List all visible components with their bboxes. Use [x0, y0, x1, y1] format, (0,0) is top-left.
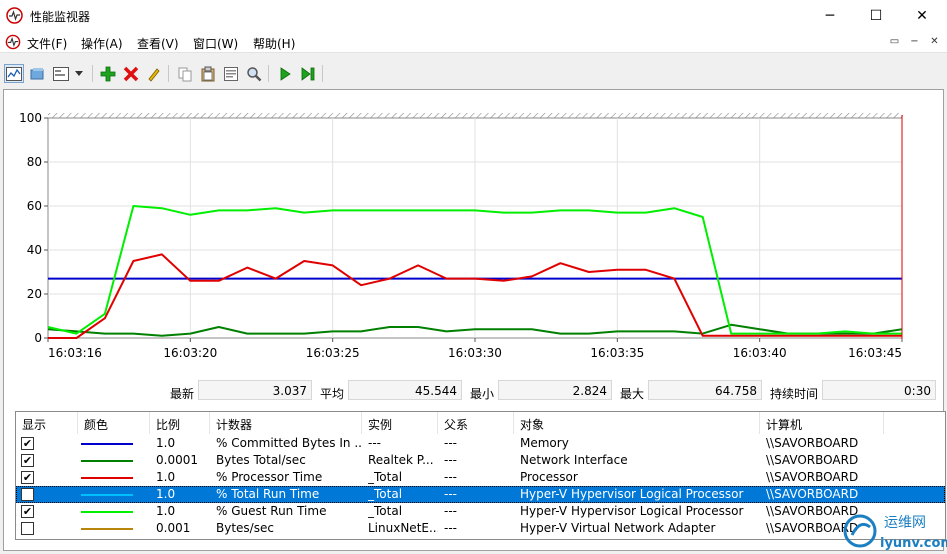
last-label: 最新 [170, 387, 195, 401]
x-tick-label: 16:03:25 [306, 346, 360, 360]
legend-header-parent[interactable]: 父系 [438, 412, 514, 434]
chart-top-hatch [48, 113, 903, 118]
legend-row[interactable]: ✔ 1.0 % Guest Run Time _Total --- Hyper-V Hyp… [16, 503, 945, 520]
legend-cell-counter: % Processor Time [216, 470, 323, 484]
legend-header-show[interactable]: 显示 [16, 412, 78, 434]
minimum-value: 2.824 [498, 380, 612, 400]
legend-cell-computer: \\SAVORBOARD [766, 453, 859, 467]
legend-cell-parent: --- [444, 436, 457, 450]
legend-cell-object: Processor [520, 470, 578, 484]
show-checkbox[interactable]: ✔ [21, 437, 34, 450]
legend-cell-computer: \\SAVORBOARD [766, 436, 859, 450]
legend-cell-object: Hyper-V Hypervisor Logical Processor [520, 504, 744, 518]
color-swatch [81, 528, 133, 530]
y-tick-label: 60 [27, 199, 42, 213]
minimum-label: 最小 [470, 387, 495, 401]
y-tick-label: 100 [19, 111, 42, 125]
duration-label: 持续时间 [770, 387, 819, 401]
legend-cell-instance: Realtek P... [368, 453, 434, 467]
legend-row[interactable]: ✔ 1.0 % Committed Bytes In ... --- --- Memory… [16, 435, 945, 452]
y-tick-label: 40 [27, 243, 42, 257]
last-value: 3.037 [198, 380, 312, 400]
y-tick-label: 0 [34, 331, 42, 345]
color-swatch [81, 477, 133, 479]
show-checkbox[interactable] [21, 522, 34, 535]
legend-header-color[interactable]: 颜色 [78, 412, 150, 434]
x-tick-label: 16:03:16 [48, 346, 102, 360]
counter-legend[interactable]: 显示 颜色 比例 计数器 实例 父系 对象 计算机 ✔ 1.0 % Committe… [15, 411, 946, 540]
legend-cell-parent: --- [444, 521, 457, 535]
legend-cell-parent: --- [444, 453, 457, 467]
legend-cell-scale: 1.0 [156, 504, 176, 518]
show-checkbox[interactable] [21, 488, 34, 501]
legend-cell-parent: --- [444, 504, 457, 518]
legend-cell-object: Hyper-V Virtual Network Adapter [520, 521, 716, 535]
legend-header-counter[interactable]: 计数器 [210, 412, 362, 434]
average-value: 45.544 [348, 380, 462, 400]
legend-row[interactable]: 0.001 Bytes/sec LinuxNetE... --- Hyper-V Vir… [16, 520, 945, 537]
legend-cell-counter: Bytes/sec [216, 521, 274, 535]
legend-cell-object: Memory [520, 436, 569, 450]
x-tick-label: 16:03:45 [848, 346, 902, 360]
legend-cell-object: Network Interface [520, 453, 628, 467]
legend-cell-counter: % Guest Run Time [216, 504, 327, 518]
watermark-url: iyunv.com [880, 536, 947, 551]
legend-cell-instance: _Total [368, 470, 403, 484]
legend-cell-counter: % Total Run Time [216, 487, 320, 501]
average-label: 平均 [320, 387, 345, 401]
legend-header-object[interactable]: 对象 [514, 412, 760, 434]
legend-cell-scale: 1.0 [156, 470, 176, 484]
legend-cell-instance: LinuxNetE... [368, 521, 438, 535]
color-swatch [81, 443, 133, 445]
line-chart[interactable]: 100 80 60 40 20 0 16:03:16 16:03:20 16:03:25 16:… [0, 0, 947, 370]
x-tick-label: 16:03:35 [590, 346, 644, 360]
show-checkbox[interactable]: ✔ [21, 471, 34, 484]
legend-cell-scale: 1.0 [156, 487, 176, 501]
x-tick-label: 16:03:20 [163, 346, 217, 360]
legend-cell-instance: --- [368, 436, 381, 450]
legend-row[interactable]: ✔ 1.0 % Processor Time _Total --- Processor \\… [16, 469, 945, 486]
legend-cell-scale: 0.001 [156, 521, 191, 535]
legend-header-instance[interactable]: 实例 [362, 412, 438, 434]
legend-cell-computer: \\SAVORBOARD [766, 487, 859, 501]
legend-cell-parent: --- [444, 470, 457, 484]
legend-cell-scale: 0.0001 [156, 453, 198, 467]
watermark-logo: 运维网 iyunv.com [843, 514, 947, 551]
watermark-text: 运维网 [884, 515, 926, 531]
legend-cell-instance: _Total [368, 504, 403, 518]
color-swatch [81, 460, 133, 462]
color-swatch [81, 511, 133, 513]
show-checkbox[interactable]: ✔ [21, 454, 34, 467]
maximum-label: 最大 [620, 387, 645, 401]
legend-cell-instance: _Total [368, 487, 403, 501]
legend-cell-counter: % Committed Bytes In ... [216, 436, 362, 450]
y-tick-label: 20 [27, 287, 42, 301]
y-tick-label: 80 [27, 155, 42, 169]
maximum-value: 64.758 [648, 380, 762, 400]
legend-row[interactable]: ✔ 0.0001 Bytes Total/sec Realtek P... --- Net… [16, 452, 945, 469]
legend-header-computer[interactable]: 计算机 [760, 412, 884, 434]
x-tick-label: 16:03:30 [448, 346, 502, 360]
legend-cell-computer: \\SAVORBOARD [766, 470, 859, 484]
legend-cell-counter: Bytes Total/sec [216, 453, 306, 467]
legend-cell-parent: --- [444, 487, 457, 501]
show-checkbox[interactable]: ✔ [21, 505, 34, 518]
legend-row[interactable]: 1.0 % Total Run Time _Total --- Hyper-V Hype… [16, 486, 945, 503]
legend-cell-object: Hyper-V Hypervisor Logical Processor [520, 487, 744, 501]
color-swatch [81, 494, 133, 496]
x-tick-label: 16:03:40 [733, 346, 787, 360]
legend-header-scale[interactable]: 比例 [150, 412, 210, 434]
legend-cell-scale: 1.0 [156, 436, 176, 450]
duration-value: 0:30 [822, 380, 936, 400]
